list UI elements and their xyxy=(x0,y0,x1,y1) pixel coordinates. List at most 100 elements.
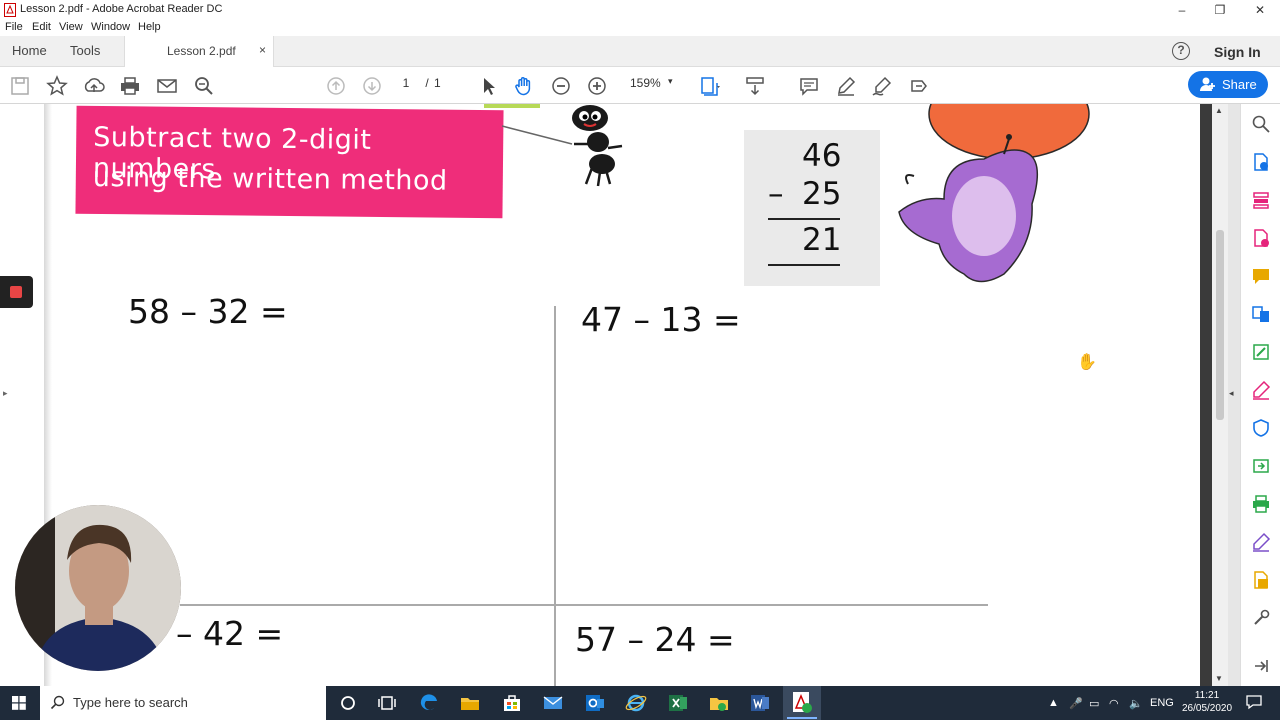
example-rule-bottom xyxy=(768,264,840,266)
notifications-icon[interactable] xyxy=(1246,694,1262,715)
acrobat-app-icon xyxy=(4,3,16,17)
scroll-up-icon[interactable]: ▲ xyxy=(1215,106,1223,115)
banner-line-2: using the written method xyxy=(92,161,448,197)
volume-icon[interactable]: 🔈 xyxy=(1129,697,1143,710)
tab-document[interactable]: Lesson 2.pdf × xyxy=(124,36,274,67)
request-signature-icon[interactable] xyxy=(1251,532,1271,552)
clock[interactable]: 11:21 26/05/2020 xyxy=(1182,689,1232,715)
current-page-input[interactable]: 1 xyxy=(396,76,416,90)
hand-cursor-icon: ✋ xyxy=(1077,354,1097,371)
page-up-icon[interactable] xyxy=(325,75,347,97)
tab-home[interactable]: Home xyxy=(12,43,47,58)
menu-bar: File Edit View Window Help xyxy=(0,20,1280,36)
scroll-mode-icon[interactable] xyxy=(744,75,766,97)
zoom-in-icon[interactable] xyxy=(586,75,608,97)
scroll-down-icon[interactable]: ▼ xyxy=(1215,674,1223,683)
print-production-icon[interactable] xyxy=(1251,494,1271,514)
share-label: Share xyxy=(1222,77,1257,92)
menu-window[interactable]: Window xyxy=(91,21,130,33)
tab-tools[interactable]: Tools xyxy=(70,43,100,58)
fill-sign-icon[interactable] xyxy=(1251,380,1271,400)
edit-pdf-icon[interactable] xyxy=(1251,342,1271,362)
minimize-button[interactable]: – xyxy=(1162,0,1202,20)
tray-overflow-icon[interactable]: ▲ xyxy=(1048,697,1059,709)
internet-explorer-icon[interactable] xyxy=(624,691,648,715)
page-down-icon[interactable] xyxy=(361,75,383,97)
problem-2: 47 – 13 = xyxy=(581,300,741,339)
clock-date: 26/05/2020 xyxy=(1182,703,1233,714)
page-separator: / xyxy=(425,76,429,90)
find-icon[interactable] xyxy=(193,75,215,97)
menu-view[interactable]: View xyxy=(59,21,83,33)
acrobat-taskbar-icon[interactable] xyxy=(783,686,821,720)
mail-icon[interactable] xyxy=(541,691,565,715)
close-tab-icon[interactable]: × xyxy=(259,43,266,57)
search-icon xyxy=(50,695,65,710)
sign-icon[interactable] xyxy=(871,75,893,97)
highlight-icon[interactable] xyxy=(835,75,857,97)
recording-indicator[interactable] xyxy=(0,276,33,308)
more-tools-icon[interactable] xyxy=(908,75,930,97)
outlook-icon[interactable] xyxy=(583,691,607,715)
bookmark-star-icon[interactable] xyxy=(46,75,68,97)
more-tools-icon[interactable] xyxy=(1251,608,1271,628)
menu-file[interactable]: File xyxy=(5,21,23,33)
excel-icon[interactable] xyxy=(666,691,690,715)
collapse-panel-icon[interactable] xyxy=(1251,656,1271,676)
email-icon[interactable] xyxy=(156,75,178,97)
hand-icon[interactable] xyxy=(513,75,535,97)
grid-vertical-divider xyxy=(554,306,556,686)
windows-taskbar: Type here to search ▲ 🎤 ▭ ◠ 🔈 ENG 11:21 … xyxy=(0,686,1280,720)
taskbar-search-input[interactable]: Type here to search xyxy=(40,686,326,720)
chevron-down-icon: ▾ xyxy=(668,76,673,86)
fruit-illustration xyxy=(898,104,1090,283)
store-icon[interactable] xyxy=(500,691,524,715)
zoom-out-icon[interactable] xyxy=(550,75,572,97)
upload-icon[interactable] xyxy=(83,75,105,97)
maximize-button[interactable]: ❐ xyxy=(1200,0,1240,20)
collapse-right-arrow-icon[interactable]: ◂ xyxy=(1229,388,1234,399)
page-indicator: 1 / 1 xyxy=(396,76,441,90)
organize-pages-icon[interactable] xyxy=(1251,190,1271,210)
windows-start-icon[interactable] xyxy=(12,696,26,715)
word-icon[interactable] xyxy=(748,691,772,715)
task-view-icon[interactable] xyxy=(375,691,399,715)
comment-tool-icon[interactable] xyxy=(1251,266,1271,286)
select-arrow-icon[interactable] xyxy=(477,75,499,97)
combine-files-icon[interactable] xyxy=(1251,304,1271,324)
vertical-scrollbar[interactable]: ▲ ▼ xyxy=(1212,104,1228,686)
save-icon[interactable] xyxy=(9,75,31,97)
share-button[interactable]: Share xyxy=(1188,71,1268,98)
menu-help[interactable]: Help xyxy=(138,21,161,33)
microphone-icon[interactable]: 🎤 xyxy=(1069,697,1083,710)
zoom-select[interactable]: 159% ▾ xyxy=(624,76,684,90)
expand-left-panel-icon[interactable]: ▸ xyxy=(3,388,8,399)
protect-icon[interactable] xyxy=(1251,418,1271,438)
scrollbar-thumb[interactable] xyxy=(1216,230,1224,420)
files-icon[interactable] xyxy=(707,691,731,715)
cortana-icon[interactable] xyxy=(336,691,360,715)
document-viewport[interactable]: ▸ Subtract two 2-digit numbers using the… xyxy=(0,104,1240,686)
search-tools-icon[interactable] xyxy=(1251,114,1271,134)
total-pages: 1 xyxy=(434,76,441,90)
worked-example-card: 46 – 25 21 xyxy=(744,130,880,286)
comment-icon[interactable] xyxy=(798,75,820,97)
sign-in-link[interactable]: Sign In xyxy=(1214,44,1261,60)
send-review-icon[interactable] xyxy=(1251,456,1271,476)
create-pdf-icon[interactable] xyxy=(1251,152,1271,172)
problem-4: 57 – 24 = xyxy=(575,620,735,659)
scan-icon[interactable] xyxy=(1251,570,1271,590)
close-window-button[interactable]: ✕ xyxy=(1240,0,1280,20)
battery-icon[interactable]: ▭ xyxy=(1089,697,1099,710)
edge-browser-icon[interactable] xyxy=(417,691,441,715)
file-explorer-icon[interactable] xyxy=(458,691,482,715)
webcam-overlay xyxy=(15,505,181,671)
menu-edit[interactable]: Edit xyxy=(32,21,51,33)
export-pdf-icon[interactable] xyxy=(1251,228,1271,248)
print-icon[interactable] xyxy=(119,75,141,97)
help-icon[interactable]: ? xyxy=(1172,42,1190,60)
tab-bar: Home Tools Lesson 2.pdf × ? Sign In xyxy=(0,36,1280,67)
fit-page-icon[interactable] xyxy=(698,75,720,97)
language-indicator[interactable]: ENG xyxy=(1150,697,1174,709)
wifi-icon[interactable]: ◠ xyxy=(1109,697,1119,710)
